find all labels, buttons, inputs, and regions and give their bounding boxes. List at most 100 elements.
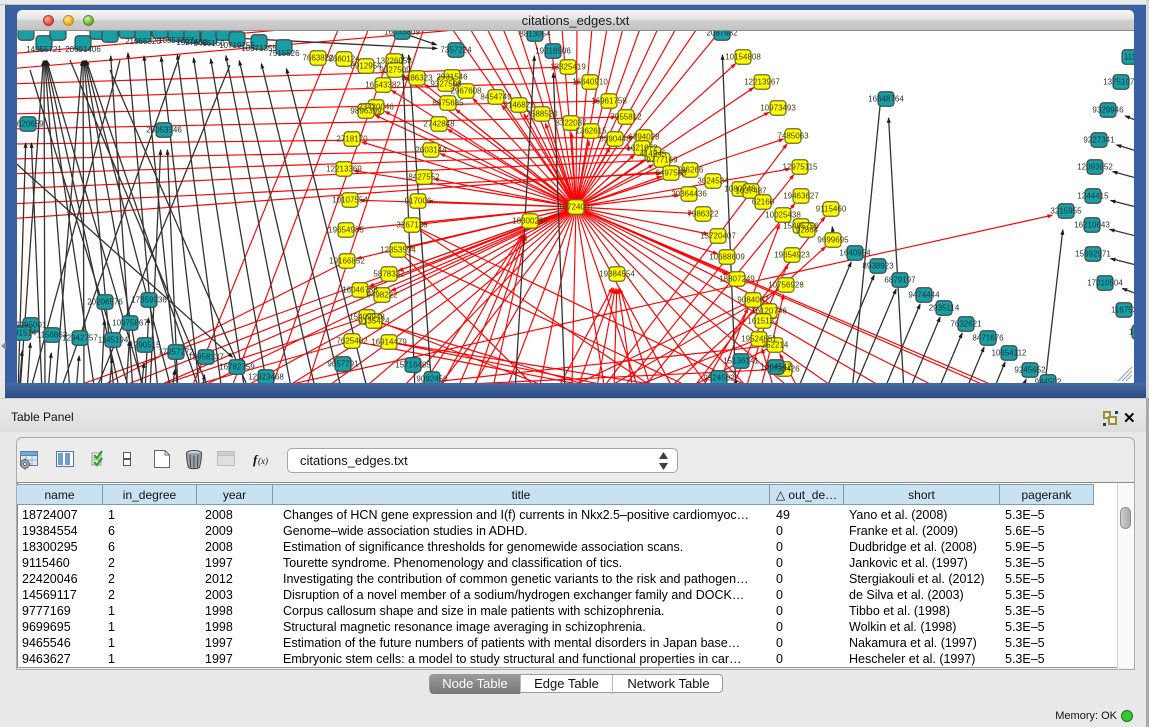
- svg-text:16782759: 16782759: [219, 363, 255, 372]
- svg-text:18724007: 18724007: [558, 203, 594, 212]
- svg-text:2603144: 2603144: [415, 146, 447, 155]
- svg-text:26053346: 26053346: [146, 126, 182, 135]
- svg-text:9135424: 9135424: [358, 317, 390, 326]
- svg-text:10688609: 10688609: [709, 253, 745, 262]
- svg-text:12353594: 12353594: [380, 246, 416, 255]
- svg-text:7625402: 7625402: [336, 337, 368, 346]
- svg-text:13751074: 13751074: [1103, 78, 1134, 87]
- svg-text:9227341: 9227341: [1083, 136, 1115, 145]
- svg-text:10154808: 10154808: [725, 53, 761, 62]
- svg-text:16033809: 16033809: [384, 31, 420, 37]
- svg-text:7986322: 7986322: [687, 210, 719, 219]
- svg-text:12103: 12103: [1129, 328, 1134, 337]
- svg-text:9896399: 9896399: [350, 107, 382, 116]
- svg-text:9115460: 9115460: [816, 205, 847, 214]
- svg-text:(x): (x): [258, 456, 268, 466]
- svg-text:13226058: 13226058: [376, 57, 412, 66]
- svg-text:116753: 116753: [1111, 306, 1134, 315]
- svg-text:12975115: 12975115: [783, 163, 819, 172]
- svg-text:391514: 391514: [17, 329, 37, 338]
- svg-text:13325419: 13325419: [550, 63, 586, 72]
- svg-text:14055721: 14055721: [26, 45, 62, 54]
- svg-text:15692971: 15692971: [1075, 250, 1111, 259]
- svg-text:3267130: 3267130: [396, 221, 428, 230]
- svg-text:746266: 746266: [677, 166, 704, 175]
- svg-text:12942757: 12942757: [62, 334, 98, 343]
- svg-text:16914479: 16914479: [371, 338, 407, 347]
- svg-text:1244415: 1244415: [1077, 192, 1109, 201]
- svg-text:9084067: 9084067: [737, 296, 769, 305]
- svg-text:2742848: 2742848: [423, 120, 455, 129]
- svg-text:1640954: 1640954: [839, 249, 871, 258]
- svg-text:9777169: 9777169: [646, 156, 678, 165]
- svg-text:15716485: 15716485: [395, 361, 431, 370]
- svg-text:20206576: 20206576: [87, 298, 123, 307]
- svg-text:1615132: 1615132: [747, 317, 779, 326]
- svg-text:252214: 252214: [762, 341, 789, 350]
- svg-text:18807249: 18807249: [719, 275, 755, 284]
- svg-text:20364436: 20364436: [671, 190, 707, 199]
- svg-text:19463627: 19463627: [783, 192, 819, 201]
- svg-text:2087682: 2087682: [706, 31, 738, 38]
- svg-text:7515526: 7515526: [268, 49, 300, 58]
- svg-text:15720407: 15720407: [700, 232, 736, 241]
- svg-text:12213967: 12213967: [744, 78, 780, 87]
- svg-text:1064542: 1064542: [760, 363, 792, 372]
- svg-text:10654112: 10654112: [992, 349, 1028, 358]
- svg-text:8427552: 8427552: [408, 173, 440, 182]
- svg-text:9245652: 9245652: [1014, 366, 1046, 375]
- svg-text:19654985: 19654985: [328, 226, 364, 235]
- svg-text:2620659: 2620659: [17, 120, 44, 129]
- svg-text:19384554: 19384554: [599, 270, 635, 279]
- svg-text:9657791: 9657791: [327, 360, 359, 369]
- svg-text:8813054: 8813054: [519, 31, 551, 39]
- svg-text:17359936: 17359936: [131, 296, 167, 305]
- svg-text:1145194: 1145194: [98, 336, 129, 345]
- svg-text:10973493: 10973493: [760, 104, 796, 113]
- svg-text:62160: 62160: [752, 198, 775, 207]
- svg-text:8471676: 8471676: [972, 334, 1004, 343]
- svg-text:5878332: 5878332: [373, 270, 405, 279]
- svg-text:7632621: 7632621: [950, 320, 982, 329]
- svg-text:18300295: 18300295: [512, 217, 548, 226]
- svg-text:20691406: 20691406: [65, 45, 101, 54]
- svg-text:10025438: 10025438: [765, 211, 801, 220]
- svg-text:21065320: 21065320: [125, 37, 161, 46]
- svg-text:15136141: 15136141: [723, 357, 759, 366]
- svg-text:2935114: 2935114: [929, 304, 960, 313]
- svg-text:8675685: 8675685: [432, 99, 464, 108]
- svg-text:1290515: 1290515: [129, 341, 161, 350]
- svg-text:9474444: 9474444: [908, 291, 940, 300]
- svg-text:2718170: 2718170: [336, 135, 368, 144]
- svg-text:92864: 92864: [796, 226, 819, 235]
- svg-text:9524502: 9524502: [703, 374, 735, 383]
- svg-text:8938923: 8938923: [862, 262, 894, 271]
- svg-text:10958137: 10958137: [188, 353, 224, 362]
- svg-text:9329946: 9329946: [1092, 106, 1124, 115]
- svg-text:19166852: 19166852: [329, 257, 365, 266]
- svg-text:111: 111: [1124, 53, 1134, 62]
- svg-text:7485063: 7485063: [777, 132, 809, 141]
- svg-text:10756928: 10756928: [768, 281, 804, 290]
- svg-text:3215955: 3215955: [1050, 207, 1082, 216]
- svg-text:9146821: 9146821: [503, 101, 535, 110]
- svg-text:7955812: 7955812: [610, 113, 642, 122]
- svg-text:16543382: 16543382: [365, 81, 401, 90]
- svg-text:9699695: 9699695: [817, 236, 849, 245]
- svg-text:16648764: 16648764: [868, 95, 904, 104]
- svg-text:1037487: 1037487: [735, 187, 767, 196]
- svg-text:8990448: 8990448: [599, 135, 631, 144]
- svg-text:2967608: 2967608: [450, 87, 482, 96]
- svg-text:10107554: 10107554: [332, 196, 368, 205]
- svg-text:12093852: 12093852: [1077, 163, 1113, 172]
- svg-text:10975867: 10975867: [112, 319, 148, 328]
- svg-text:6879197: 6879197: [884, 276, 916, 285]
- svg-text:17010504: 17010504: [1087, 279, 1123, 288]
- svg-text:16640910: 16640910: [572, 78, 608, 87]
- svg-text:7357224: 7357224: [440, 46, 472, 55]
- svg-text:917006: 917006: [405, 197, 432, 206]
- svg-text:944502: 944502: [1035, 378, 1062, 384]
- svg-text:19218506: 19218506: [535, 47, 571, 56]
- svg-text:12213369: 12213369: [326, 165, 362, 174]
- svg-text:16961758: 16961758: [591, 97, 627, 106]
